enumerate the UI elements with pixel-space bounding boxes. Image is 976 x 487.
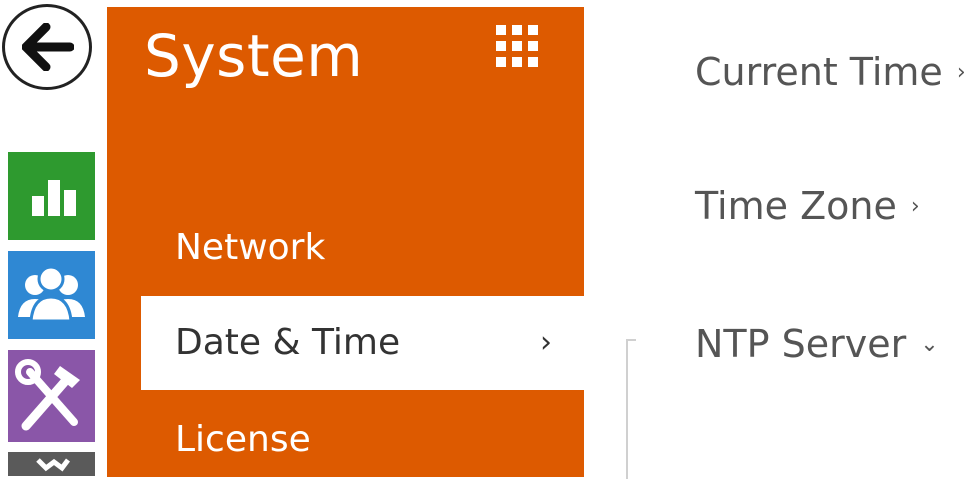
rail-status-tile[interactable] [8, 152, 95, 240]
chevron-right-icon: › [956, 60, 966, 85]
tools-icon [15, 359, 80, 431]
section-current-time[interactable]: Current Time › [695, 47, 966, 98]
chevron-right-icon: › [540, 325, 552, 360]
rail-extra-tile[interactable] [8, 452, 95, 476]
menu-item-label: Network [175, 227, 326, 268]
divider-line [626, 339, 628, 479]
divider-tick [626, 339, 636, 341]
menu-item-label: License [175, 419, 311, 460]
section-label: Current Time [695, 50, 943, 94]
chevron-right-icon: › [910, 194, 920, 219]
menu-item-license[interactable]: License [107, 393, 584, 487]
arrow-left-icon [22, 23, 74, 71]
grid-icon[interactable] [496, 25, 538, 71]
rail-directory-tile[interactable] [8, 251, 95, 339]
rail-services-tile[interactable] [8, 350, 95, 442]
section-label: Time Zone [695, 184, 897, 228]
section-label: NTP Server [695, 322, 907, 366]
panel-title: System [144, 22, 364, 90]
section-time-zone[interactable]: Time Zone › [695, 181, 920, 232]
menu-item-date-time[interactable]: Date & Time › [141, 296, 584, 390]
puzzle-icon [36, 458, 70, 472]
back-button[interactable] [2, 4, 92, 90]
bar-chart-icon [32, 180, 76, 216]
system-panel: System Network Date & Time › License [107, 7, 584, 477]
users-icon [18, 265, 85, 323]
section-ntp-server[interactable]: NTP Server ⌄ [695, 319, 939, 370]
menu-item-label: Date & Time [175, 322, 401, 363]
menu-item-network[interactable]: Network [107, 201, 584, 295]
chevron-down-icon: ⌄ [920, 332, 939, 357]
